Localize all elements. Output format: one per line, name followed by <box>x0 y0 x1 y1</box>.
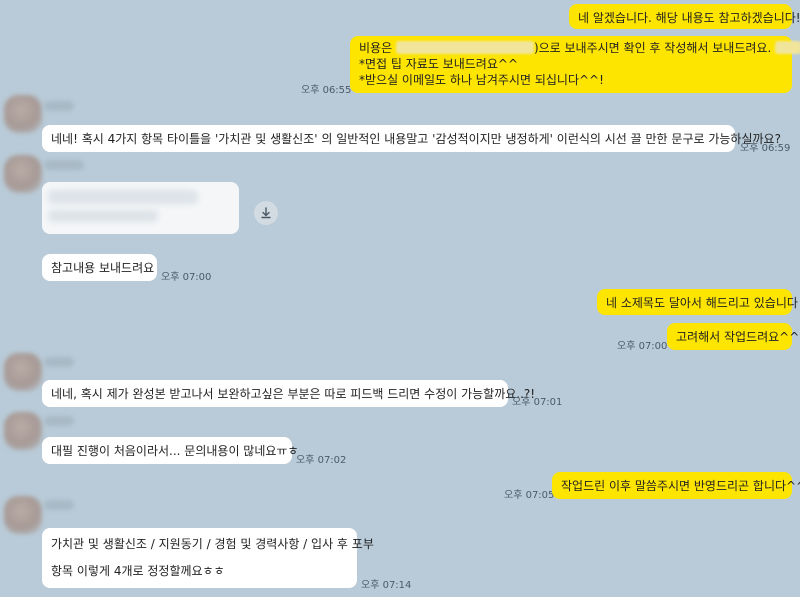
my-message-bubble[interactable]: 네 알겠습니다. 해당 내용도 참고하겠습니다! <box>569 4 800 29</box>
message-time: 오후 07:05 <box>504 490 555 501</box>
other-message-bubble[interactable]: 네네! 혹시 4가지 항목 타이틀을 '가치관 및 생활신조' 의 일반적인 내… <box>42 125 781 152</box>
sender-name <box>44 416 74 426</box>
message-time: 오후 07:02 <box>296 455 347 466</box>
other-message-bubble[interactable]: 대필 진행이 처음이라서... 문의내용이 많네요ㅠㅎ <box>42 437 299 464</box>
message-text: 고려해서 작업드려요^^ <box>676 330 800 344</box>
other-message-bubble[interactable]: 참고내용 보내드려요 <box>42 254 157 281</box>
avatar[interactable] <box>4 412 42 450</box>
message-time: 오후 06:59 <box>740 143 791 154</box>
message-line: *면접 팁 자료도 보내드려요^^ <box>359 57 518 71</box>
message-text: 작업드린 이후 말씀주시면 반영드리곤 합니다^^ <box>561 479 800 493</box>
download-button[interactable] <box>254 201 278 225</box>
message-text: 네네, 혹시 제가 완성본 받고나서 보완하고싶은 부분은 따로 피드백 드리면… <box>51 387 536 401</box>
my-message-bubble[interactable]: 네 소제목도 달아서 해드리고 있습니다 <box>597 289 798 315</box>
my-message-bubble[interactable]: 작업드린 이후 말씀주시면 반영드리곤 합니다^^ <box>552 472 800 499</box>
redacted-text <box>395 41 534 54</box>
message-text: 대필 진행이 처음이라서... 문의내용이 많네요ㅠㅎ <box>51 444 299 458</box>
avatar[interactable] <box>4 496 42 534</box>
avatar[interactable] <box>4 95 42 133</box>
sender-name <box>44 160 84 170</box>
other-message-bubble[interactable]: 가치관 및 생활신조 / 지원동기 / 경험 및 경력사항 / 입사 후 포부 … <box>42 528 374 588</box>
sender-name <box>44 101 74 111</box>
message-text: 참고내용 보내드려요 <box>51 261 155 275</box>
message-line: 가치관 및 생활신조 / 지원동기 / 경험 및 경력사항 / 입사 후 포부 <box>51 537 374 551</box>
message-time: 오후 07:00 <box>161 272 212 283</box>
message-time: 오후 07:01 <box>512 397 563 408</box>
message-line: *받으실 이메일도 하나 남겨주시면 되십니다^^! <box>359 73 604 87</box>
message-time: 오후 06:55 <box>301 85 352 96</box>
other-message-bubble[interactable]: 네네, 혹시 제가 완성본 받고나서 보완하고싶은 부분은 따로 피드백 드리면… <box>42 380 535 407</box>
avatar[interactable] <box>4 155 42 193</box>
message-line: 비용은 )으로 보내주시면 확인 후 작성해서 보내드려요. <box>359 40 800 56</box>
message-time: 오후 07:14 <box>361 580 412 591</box>
my-message-bubble[interactable]: 고려해서 작업드려요^^ <box>667 323 799 350</box>
sender-name <box>44 357 74 367</box>
message-time: 오후 07:00 <box>617 341 668 352</box>
message-text: 네 알겠습니다. 해당 내용도 참고하겠습니다! <box>578 11 800 25</box>
message-text: 네네! 혹시 4가지 항목 타이틀을 '가치관 및 생활신조' 의 일반적인 내… <box>51 132 781 146</box>
sender-name <box>44 500 74 510</box>
avatar[interactable] <box>4 353 42 391</box>
file-attachment[interactable] <box>42 182 239 234</box>
my-message-bubble[interactable]: 비용은 )으로 보내주시면 확인 후 작성해서 보내드려요. *면접 팁 자료도… <box>350 36 800 93</box>
download-icon <box>261 207 271 219</box>
message-line: 항목 이렇게 4개로 정정할께요ㅎㅎ <box>51 564 225 578</box>
message-text: 네 소제목도 달아서 해드리고 있습니다 <box>606 296 798 310</box>
redacted-text <box>775 41 800 54</box>
